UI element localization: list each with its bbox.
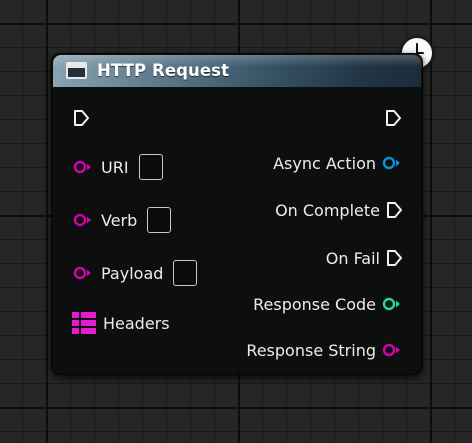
output-label-async-action: Async Action — [273, 153, 376, 173]
exec-arrow-icon[interactable] — [386, 201, 403, 219]
output-pin-async-action[interactable]: Async Action — [273, 149, 402, 177]
map-grid-icon[interactable] — [71, 311, 97, 335]
input-label-headers: Headers — [103, 313, 170, 333]
uri-value-box[interactable] — [138, 154, 163, 180]
function-window-icon — [66, 62, 87, 79]
string-pin-icon[interactable] — [382, 343, 402, 357]
input-pin-headers[interactable]: Headers — [71, 309, 170, 337]
exec-arrow-icon — [73, 109, 90, 127]
output-pin-response-string[interactable]: Response String — [246, 336, 402, 364]
object-pin-icon[interactable] — [382, 156, 402, 170]
input-pin-payload[interactable]: Payload — [73, 259, 198, 287]
input-label-uri: URI — [101, 157, 129, 177]
exec-arrow-icon — [385, 109, 402, 127]
node-title: HTTP Request — [97, 61, 230, 80]
input-pin-uri[interactable]: URI — [73, 153, 163, 181]
string-pin-icon[interactable] — [73, 266, 93, 280]
exec-arrow-icon[interactable] — [386, 249, 403, 267]
input-label-verb: Verb — [101, 210, 138, 230]
payload-value-box[interactable] — [173, 260, 198, 286]
output-label-response-code: Response Code — [253, 294, 376, 314]
output-label-response-string: Response String — [246, 340, 376, 360]
exec-out-pin[interactable] — [385, 104, 402, 132]
output-pin-on-complete[interactable]: On Complete — [275, 196, 403, 224]
output-label-on-fail: On Fail — [325, 248, 380, 268]
output-pin-on-fail[interactable]: On Fail — [326, 244, 403, 272]
string-pin-icon[interactable] — [73, 160, 93, 174]
input-label-payload: Payload — [101, 263, 164, 283]
http-request-node[interactable]: HTTP Request URI Verb Payload Headers As… — [51, 53, 423, 375]
exec-in-pin[interactable] — [73, 104, 90, 132]
integer-pin-icon[interactable] — [382, 297, 402, 311]
verb-value-box[interactable] — [147, 207, 172, 233]
string-pin-icon[interactable] — [73, 213, 93, 227]
output-pin-response-code[interactable]: Response Code — [253, 290, 402, 318]
input-pin-verb[interactable]: Verb — [73, 206, 172, 234]
node-header[interactable]: HTTP Request — [53, 55, 421, 87]
output-label-on-complete: On Complete — [275, 200, 380, 220]
